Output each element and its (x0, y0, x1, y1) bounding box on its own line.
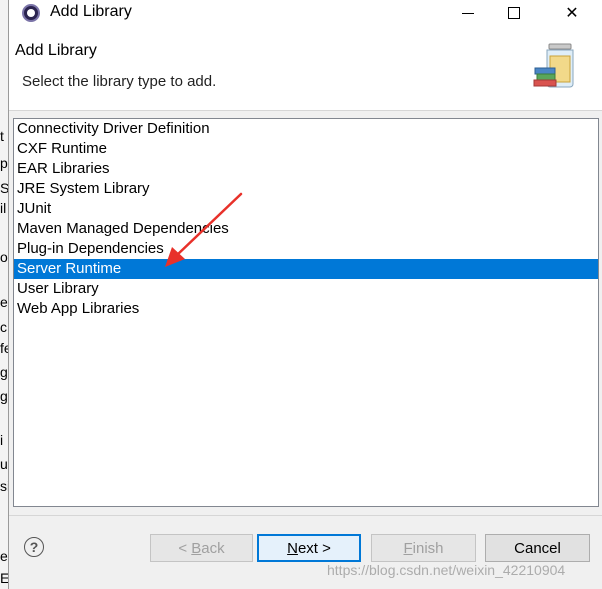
back-label-prefix: < (178, 539, 192, 557)
background-text-fragment: i (0, 432, 4, 448)
add-library-dialog: Add Library ✕ Add Library Select the lib… (8, 0, 602, 589)
list-item[interactable]: Plug-in Dependencies (14, 239, 598, 259)
background-text-fragment: si (0, 478, 8, 494)
list-item[interactable]: JUnit (14, 199, 598, 219)
background-text-fragment: il (0, 200, 7, 216)
wizard-header: Add Library Select the library type to a… (9, 26, 602, 110)
next-label-mnemonic: N (287, 539, 298, 557)
button-bar-divider (9, 515, 602, 516)
finish-label-rest: inish (412, 539, 444, 557)
background-text-fragment: er (0, 294, 8, 310)
background-text-fragment: S (0, 180, 8, 196)
background-text-fragment: er (0, 548, 8, 564)
background-text-fragment: o (0, 249, 8, 265)
close-button[interactable]: ✕ (549, 0, 595, 26)
list-item[interactable]: JRE System Library (14, 179, 598, 199)
library-type-list[interactable]: Connectivity Driver Definition CXF Runti… (13, 118, 599, 507)
background-text-fragment: u (0, 456, 8, 472)
list-item[interactable]: EAR Libraries (14, 159, 598, 179)
window-title: Add Library (50, 3, 132, 20)
list-item[interactable]: Maven Managed Dependencies (14, 219, 598, 239)
page-title: Add Library (15, 42, 97, 59)
list-item[interactable]: Web App Libraries (14, 299, 598, 319)
background-text-fragment: g (0, 388, 8, 404)
maximize-button[interactable] (491, 0, 537, 26)
next-label-rest: ext > (297, 539, 331, 557)
background-text-fragment: p (0, 155, 8, 171)
minimize-icon (462, 12, 474, 14)
maximize-icon (508, 7, 520, 19)
watermark-text: https://blog.csdn.net/weixin_42210904 (327, 562, 566, 578)
finish-label-mnemonic: F (403, 539, 413, 557)
back-label-mnemonic: B (191, 539, 202, 557)
finish-button[interactable]: Finish (371, 534, 476, 562)
background-text-fragment: Eu (0, 570, 8, 586)
cancel-button[interactable]: Cancel (485, 534, 590, 562)
eclipse-icon (22, 4, 40, 22)
page-description: Select the library type to add. (22, 73, 217, 90)
list-item[interactable]: Connectivity Driver Definition (14, 119, 598, 139)
back-label-rest: ack (201, 539, 225, 557)
header-divider (9, 110, 602, 111)
close-icon: ✕ (565, 5, 579, 22)
list-item[interactable]: User Library (14, 279, 598, 299)
title-bar[interactable]: Add Library ✕ (9, 0, 602, 26)
list-item-selected[interactable]: Server Runtime (14, 259, 598, 279)
background-text-fragment: fe (0, 340, 8, 356)
background-text-fragment: g (0, 364, 8, 380)
back-button[interactable]: < Back (150, 534, 253, 562)
minimize-button[interactable] (445, 0, 491, 26)
next-button[interactable]: Next > (257, 534, 361, 562)
help-icon[interactable]: ? (24, 537, 44, 557)
background-text-fragment: t (0, 128, 4, 144)
background-text-fragment: c (0, 319, 7, 335)
library-jar-icon (533, 43, 574, 88)
list-item[interactable]: CXF Runtime (14, 139, 598, 159)
